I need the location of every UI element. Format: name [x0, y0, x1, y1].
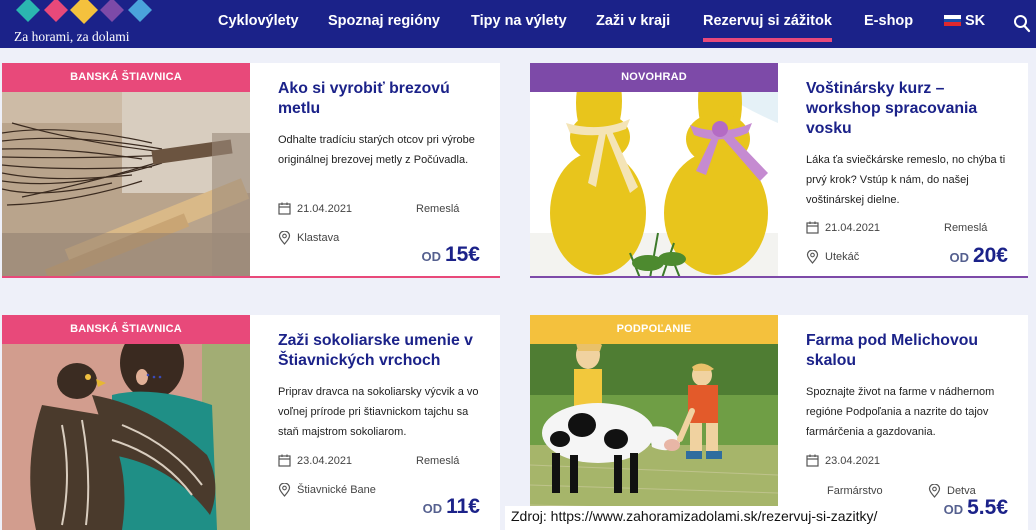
- price-value: 15€: [444, 243, 480, 266]
- nav-item-spoznaj-regiony[interactable]: Spoznaj regióny: [328, 13, 440, 29]
- card-category: Farmárstvo: [827, 485, 883, 497]
- search-icon: [1014, 15, 1031, 33]
- card-image-falconry[interactable]: BANSKÁ ŠTIAVNICA: [2, 315, 250, 530]
- experience-card[interactable]: BANSKÁ ŠTIAVNICA Zaži sokoliarske umenie…: [2, 315, 500, 530]
- location-pin-icon: [278, 231, 291, 245]
- nav-item-zazi-v-kraji[interactable]: Zaži v kraji: [596, 13, 670, 29]
- nav-item-cyklovylety[interactable]: Cyklovýlety: [218, 13, 299, 29]
- card-title[interactable]: Voštinársky kurz – workshop spracovania …: [806, 79, 1020, 139]
- card-body: Voštinársky kurz – workshop spracovania …: [778, 63, 1028, 278]
- card-body: Ako si vyrobiť brezovú metlu Odhalte tra…: [250, 63, 500, 278]
- card-accent-line: [530, 276, 1028, 278]
- region-tag: BANSKÁ ŠTIAVNICA: [2, 63, 250, 92]
- slovak-flag-icon: [944, 15, 961, 27]
- calendar-icon: [806, 454, 819, 467]
- experience-card[interactable]: PODPOĽANIE Farma pod Melichovou skalou S…: [530, 315, 1028, 530]
- card-location-text: Štiavnické Bane: [297, 484, 376, 496]
- location-pin-icon: [806, 250, 819, 264]
- card-category: Remeslá: [416, 455, 460, 467]
- logo-diamonds-icon: [16, 0, 152, 24]
- nav-item-e-shop[interactable]: E-shop: [864, 13, 913, 29]
- region-tag: BANSKÁ ŠTIAVNICA: [2, 315, 250, 344]
- top-navigation-bar: Za horami, za dolami Cyklovýlety Spoznaj…: [0, 0, 1036, 48]
- card-title[interactable]: Farma pod Melichovou skalou: [806, 331, 1020, 371]
- card-location-text: Utekáč: [825, 251, 860, 263]
- logo-text: Za horami, za dolami: [14, 29, 130, 44]
- price-value: 5.5€: [967, 496, 1008, 519]
- region-tag: NOVOHRAD: [530, 63, 778, 92]
- card-price: OD 11€: [423, 495, 480, 519]
- wax-bunnies-photo: [530, 63, 778, 278]
- card-price: OD 15€: [421, 243, 480, 267]
- site-logo[interactable]: Za horami, za dolami: [10, 0, 160, 48]
- birch-broom-photo: [2, 63, 250, 278]
- price-prefix: OD: [949, 250, 969, 265]
- card-price: OD 20€: [949, 244, 1008, 268]
- price-prefix: OD: [422, 501, 443, 516]
- price-value: 11€: [446, 495, 480, 518]
- source-caption: Zdroj: https://www.zahoramizadolami.sk/r…: [505, 506, 884, 530]
- card-image-farm[interactable]: PODPOĽANIE: [530, 315, 778, 530]
- calendar-icon: [806, 221, 819, 234]
- region-tag: PODPOĽANIE: [530, 315, 778, 344]
- calendar-icon: [278, 202, 291, 215]
- card-category: Remeslá: [416, 203, 460, 215]
- card-body: Farma pod Melichovou skalou Spoznajte ži…: [778, 315, 1028, 530]
- experience-card[interactable]: BANSKÁ ŠTIAVNICA Ako si vyrobiť brezovú …: [2, 63, 500, 278]
- price-value: 20€: [972, 244, 1008, 267]
- card-description: Priprav dravca na sokoliarsky výcvik a v…: [278, 386, 479, 438]
- location-pin-icon: [928, 484, 941, 498]
- card-price: OD 5.5€: [944, 496, 1008, 520]
- card-description: Láka ťa sviečkárske remeslo, no chýba ti…: [806, 154, 1006, 206]
- price-prefix: OD: [421, 249, 441, 264]
- location-pin-icon: [278, 483, 291, 497]
- card-body: Zaži sokoliarske umenie v Štiavnických v…: [250, 315, 500, 530]
- price-prefix: OD: [943, 502, 964, 517]
- card-accent-line: [2, 276, 500, 278]
- card-date-text: 23.04.2021: [825, 455, 881, 467]
- language-label: SK: [965, 13, 986, 29]
- card-date-text: 21.04.2021: [297, 203, 353, 215]
- card-description: Odhalte tradíciu starých otcov pri výrob…: [278, 134, 475, 166]
- card-image-broom[interactable]: BANSKÁ ŠTIAVNICA: [2, 63, 250, 278]
- calendar-icon: [278, 454, 291, 467]
- card-date-text: 23.04.2021: [297, 455, 353, 467]
- search-button[interactable]: [1013, 14, 1031, 34]
- card-category: Remeslá: [944, 222, 988, 234]
- nav-item-rezervuj-si-zazitok[interactable]: Rezervuj si zážitok: [703, 13, 832, 42]
- nav-item-tipy-na-vylety[interactable]: Tipy na výlety: [471, 13, 567, 29]
- falconry-photo: [2, 315, 250, 530]
- card-description: Spoznajte život na farme v nádhernom reg…: [806, 386, 995, 438]
- card-title[interactable]: Zaži sokoliarske umenie v Štiavnických v…: [278, 331, 492, 371]
- card-location-text: Klastava: [297, 232, 340, 244]
- farm-photo: [530, 315, 778, 530]
- card-date-text: 21.04.2021: [825, 222, 881, 234]
- card-image-wax-bunnies[interactable]: NOVOHRAD: [530, 63, 778, 278]
- card-title[interactable]: Ako si vyrobiť brezovú metlu: [278, 79, 492, 119]
- experience-card[interactable]: NOVOHRAD Voštinársky kurz – workshop spr…: [530, 63, 1028, 278]
